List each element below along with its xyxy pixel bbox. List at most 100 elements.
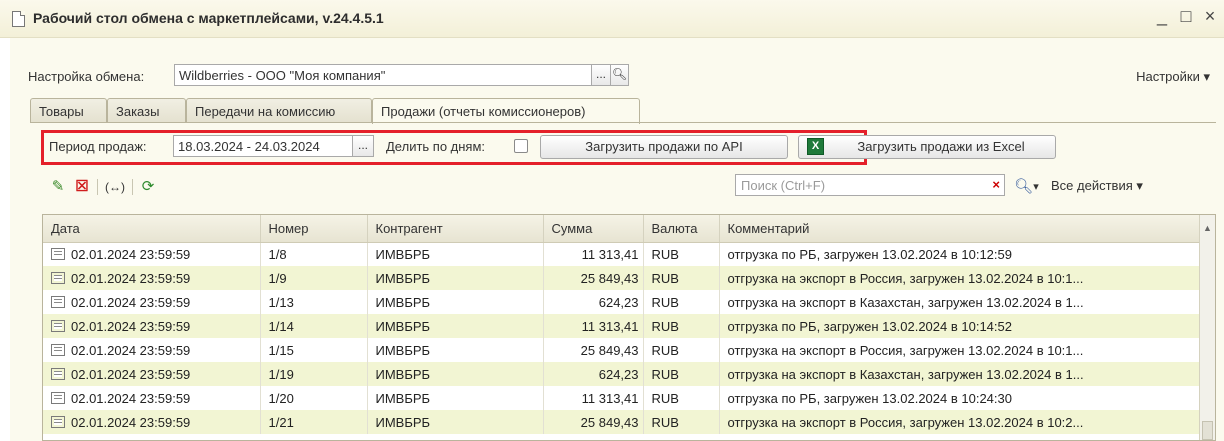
main-form: Настройка обмена: Wildberries - ООО "Моя… — [10, 38, 1224, 441]
settings-menu[interactable]: Настройки ▾ — [1136, 69, 1210, 85]
period-field[interactable]: 18.03.2024 - 24.03.2024 — [173, 135, 353, 157]
exchange-setting-label: Настройка обмена: — [28, 69, 145, 84]
cell-comment: отгрузка на экспорт в Россия, загружен 1… — [719, 266, 1202, 290]
date-text: 02.01.2024 23:59:59 — [71, 318, 191, 334]
cell-currency: RUB — [643, 266, 720, 290]
tab-orders[interactable]: Заказы — [107, 98, 186, 123]
period-select-button[interactable]: ... — [352, 135, 374, 157]
all-actions-menu[interactable]: Все действия ▾ — [1051, 178, 1143, 194]
delete-icon[interactable]: ☒ — [73, 178, 91, 196]
cell-amount: 11 313,41 — [543, 386, 644, 410]
date-text: 02.01.2024 23:59:59 — [71, 390, 191, 406]
document-icon — [51, 271, 65, 284]
cell-amount: 11 313,41 — [543, 242, 644, 266]
cell-comment: отгрузка на экспорт в Россия, загружен 1… — [719, 338, 1202, 362]
table-row[interactable]: 02.01.2024 23:59:59 1/8 ИМВБРБ 11 313,41… — [43, 242, 1202, 266]
magnifier-icon: 🔍︎ — [611, 67, 628, 81]
cell-counterparty: ИМВБРБ — [367, 242, 544, 266]
search-clear-icon[interactable]: × — [992, 177, 1000, 192]
cell-date: 02.01.2024 23:59:59 — [43, 410, 261, 434]
table-header: Дата Номер Контрагент Сумма Валюта Комме… — [43, 215, 1202, 243]
search-placeholder: Поиск (Ctrl+F) — [741, 178, 826, 193]
cell-number: 1/8 — [260, 242, 368, 266]
cell-currency: RUB — [643, 314, 720, 338]
tab-goods[interactable]: Товары — [30, 98, 107, 123]
load-sales-api-button[interactable]: Загрузить продажи по API — [540, 135, 788, 159]
cell-date: 02.01.2024 23:59:59 — [43, 266, 261, 290]
date-text: 02.01.2024 23:59:59 — [71, 342, 191, 358]
cell-currency: RUB — [643, 290, 720, 314]
refresh-icon[interactable]: ⟳ — [139, 178, 157, 196]
document-icon — [12, 11, 25, 27]
cell-currency: RUB — [643, 386, 720, 410]
cell-amount: 624,23 — [543, 290, 644, 314]
load-sales-excel-label: Загрузить продажи из Excel — [857, 139, 1025, 154]
column-date[interactable]: Дата — [43, 215, 261, 243]
highlight-frame: Период продаж: 18.03.2024 - 24.03.2024 .… — [41, 130, 1056, 165]
cell-date: 02.01.2024 23:59:59 — [43, 242, 261, 266]
document-icon — [51, 367, 65, 380]
scroll-thumb[interactable] — [1202, 421, 1213, 440]
maximize-button[interactable]: □ — [1176, 6, 1196, 27]
column-currency[interactable]: Валюта — [643, 215, 720, 243]
date-text: 02.01.2024 23:59:59 — [71, 294, 191, 310]
exchange-select-button[interactable]: ... — [591, 64, 611, 86]
cell-number: 1/14 — [260, 314, 368, 338]
cell-comment: отгрузка по РБ, загружен 13.02.2024 в 10… — [719, 242, 1202, 266]
minimize-button[interactable]: _ — [1152, 6, 1172, 27]
split-by-days-checkbox[interactable] — [514, 139, 528, 153]
select-ellipsis: ... — [595, 67, 606, 81]
vertical-scrollbar[interactable]: ▲ — [1199, 215, 1215, 440]
load-sales-excel-button[interactable]: X Загрузить продажи из Excel — [798, 135, 1056, 159]
cell-date: 02.01.2024 23:59:59 — [43, 338, 261, 362]
cell-counterparty: ИМВБРБ — [367, 266, 544, 290]
column-comment[interactable]: Комментарий — [719, 215, 1202, 243]
cell-comment: отгрузка по РБ, загружен 13.02.2024 в 10… — [719, 386, 1202, 410]
cell-counterparty: ИМВБРБ — [367, 362, 544, 386]
column-number[interactable]: Номер — [260, 215, 368, 243]
cell-date: 02.01.2024 23:59:59 — [43, 386, 261, 410]
exchange-setting-field[interactable]: Wildberries - ООО "Моя компания" — [174, 64, 592, 86]
document-icon — [51, 343, 65, 356]
cell-amount: 25 849,43 — [543, 410, 644, 434]
document-icon — [51, 247, 65, 260]
toolbar-separator — [132, 179, 133, 195]
exchange-open-button[interactable]: 🔍︎ — [610, 64, 629, 86]
cell-number: 1/15 — [260, 338, 368, 362]
close-button[interactable]: × — [1200, 6, 1220, 27]
column-counterparty[interactable]: Контрагент — [367, 215, 544, 243]
table-row[interactable]: 02.01.2024 23:59:59 1/21 ИМВБРБ 25 849,4… — [43, 410, 1202, 434]
cell-comment: отгрузка на экспорт в Казахстан, загруже… — [719, 290, 1202, 314]
cell-date: 02.01.2024 23:59:59 — [43, 362, 261, 386]
tab-divider — [30, 122, 1216, 123]
document-icon — [51, 295, 65, 308]
cell-currency: RUB — [643, 410, 720, 434]
date-text: 02.01.2024 23:59:59 — [71, 366, 191, 382]
cell-amount: 11 313,41 — [543, 314, 644, 338]
period-ellipsis: ... — [357, 138, 368, 152]
table-row[interactable]: 02.01.2024 23:59:59 1/19 ИМВБРБ 624,23 R… — [43, 362, 1202, 386]
table-row[interactable]: 02.01.2024 23:59:59 1/14 ИМВБРБ 11 313,4… — [43, 314, 1202, 338]
table-row[interactable]: 02.01.2024 23:59:59 1/9 ИМВБРБ 25 849,43… — [43, 266, 1202, 290]
cell-date: 02.01.2024 23:59:59 — [43, 290, 261, 314]
window-titlebar: Рабочий стол обмена с маркетплейсами, v.… — [0, 0, 1224, 38]
tab-sales[interactable]: Продажи (отчеты комиссионеров) — [372, 98, 640, 124]
tab-commission-transfers[interactable]: Передачи на комиссию — [186, 98, 372, 123]
cell-comment: отгрузка на экспорт в Россия, загружен 1… — [719, 410, 1202, 434]
scroll-up-icon[interactable]: ▲ — [1203, 223, 1212, 233]
search-input[interactable]: Поиск (Ctrl+F) × — [735, 174, 1005, 196]
field-list-icon[interactable]: (↔) — [104, 178, 126, 196]
cell-currency: RUB — [643, 362, 720, 386]
table-row[interactable]: 02.01.2024 23:59:59 1/20 ИМВБРБ 11 313,4… — [43, 386, 1202, 410]
split-by-days-label: Делить по дням: — [386, 139, 486, 154]
date-text: 02.01.2024 23:59:59 — [71, 246, 191, 262]
table-row[interactable]: 02.01.2024 23:59:59 1/13 ИМВБРБ 624,23 R… — [43, 290, 1202, 314]
search-menu-icon[interactable]: ▾ — [1030, 178, 1042, 196]
pencil-icon[interactable]: ✎ — [50, 178, 66, 196]
sales-table: Дата Номер Контрагент Сумма Валюта Комме… — [42, 214, 1216, 441]
cell-comment: отгрузка по РБ, загружен 13.02.2024 в 10… — [719, 314, 1202, 338]
column-amount[interactable]: Сумма — [543, 215, 644, 243]
cell-currency: RUB — [643, 338, 720, 362]
table-row[interactable]: 02.01.2024 23:59:59 1/15 ИМВБРБ 25 849,4… — [43, 338, 1202, 362]
cell-number: 1/20 — [260, 386, 368, 410]
